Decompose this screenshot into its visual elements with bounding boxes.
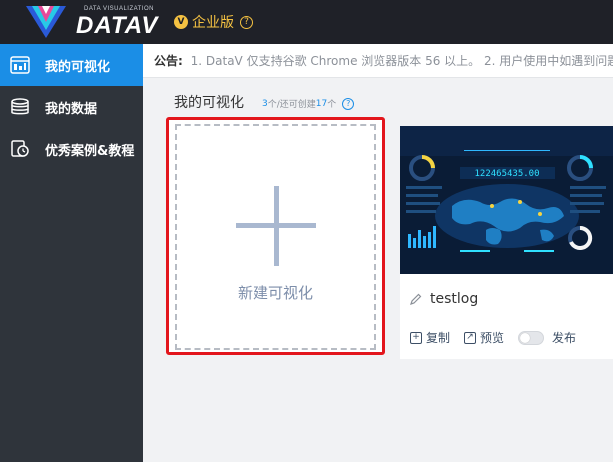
publish-toggle[interactable]: 发布	[518, 329, 576, 346]
sidebar-item-label: 我的可视化	[45, 59, 111, 75]
sidebar-item-my-data[interactable]: 我的数据	[0, 86, 143, 128]
logo-wordmark: DATAV	[76, 12, 159, 39]
copy-label: 复制	[426, 331, 451, 345]
crown-icon: V	[174, 15, 188, 29]
edition-badge[interactable]: V 企业版 ?	[174, 12, 253, 32]
new-visualization-card[interactable]: 新建可视化	[175, 124, 376, 350]
sidebar-item-label: 我的数据	[45, 101, 98, 117]
page-title: 我的可视化	[174, 95, 244, 111]
sidebar-item-tutorials[interactable]: 优秀案例&教程	[0, 128, 143, 170]
preview-label: 预览	[480, 331, 505, 345]
copy-icon: +	[410, 331, 422, 344]
logo-triangle-icon	[26, 6, 66, 38]
help-icon[interactable]: ?	[342, 97, 355, 110]
tutorial-icon	[11, 140, 29, 157]
plus-icon	[235, 186, 316, 266]
quota-remaining: 17	[315, 98, 328, 109]
sidebar-item-label: 优秀案例&教程	[45, 143, 135, 159]
sidebar: 我的可视化 我的数据 优秀案例&教程	[0, 44, 143, 462]
highlight-frame: 新建可视化	[166, 117, 385, 355]
toggle-switch[interactable]	[518, 330, 545, 345]
top-bar: DATA VISUALIZATION DATAV V 企业版 ?	[0, 0, 613, 44]
preview-icon: ↗	[464, 331, 477, 344]
project-thumbnail[interactable]: 122465435.00	[400, 126, 613, 274]
copy-button[interactable]: + 复制	[410, 329, 450, 346]
quota-info: 3 个/还可创建 17 个 ?	[262, 97, 355, 110]
project-title-row[interactable]: testlog	[410, 291, 478, 307]
quota-suffix: 个	[327, 100, 337, 110]
edit-pencil-icon[interactable]	[410, 293, 422, 305]
project-actions: + 复制 ↗ 预览 发布	[410, 329, 590, 346]
dashboard-icon	[10, 56, 30, 74]
dashboard-preview-image: 122465435.00	[400, 126, 613, 274]
quota-mid-text: 个/还可创建	[267, 100, 316, 110]
new-visualization-label: 新建可视化	[237, 284, 313, 302]
project-card: 122465435.00 testlog + 复制 ↗ 预览 发布	[400, 126, 613, 359]
database-icon	[11, 98, 29, 115]
notice-bar: 公告: 1. DataV 仅支持谷歌 Chrome 浏览器版本 56 以上。 2…	[143, 44, 613, 78]
publish-label: 发布	[552, 331, 577, 345]
thumb-value: 122465435.00	[474, 169, 539, 179]
help-icon[interactable]: ?	[240, 15, 253, 29]
notice-label: 公告:	[154, 54, 183, 68]
project-name: testlog	[430, 291, 479, 307]
preview-button[interactable]: ↗ 预览	[464, 329, 504, 346]
sidebar-item-my-visualizations[interactable]: 我的可视化	[0, 44, 143, 86]
edition-label: 企业版	[192, 15, 234, 31]
notice-text: 1. DataV 仅支持谷歌 Chrome 浏览器版本 56 以上。 2. 用户…	[190, 54, 613, 68]
datav-logo[interactable]: DATA VISUALIZATION DATAV	[24, 4, 157, 40]
